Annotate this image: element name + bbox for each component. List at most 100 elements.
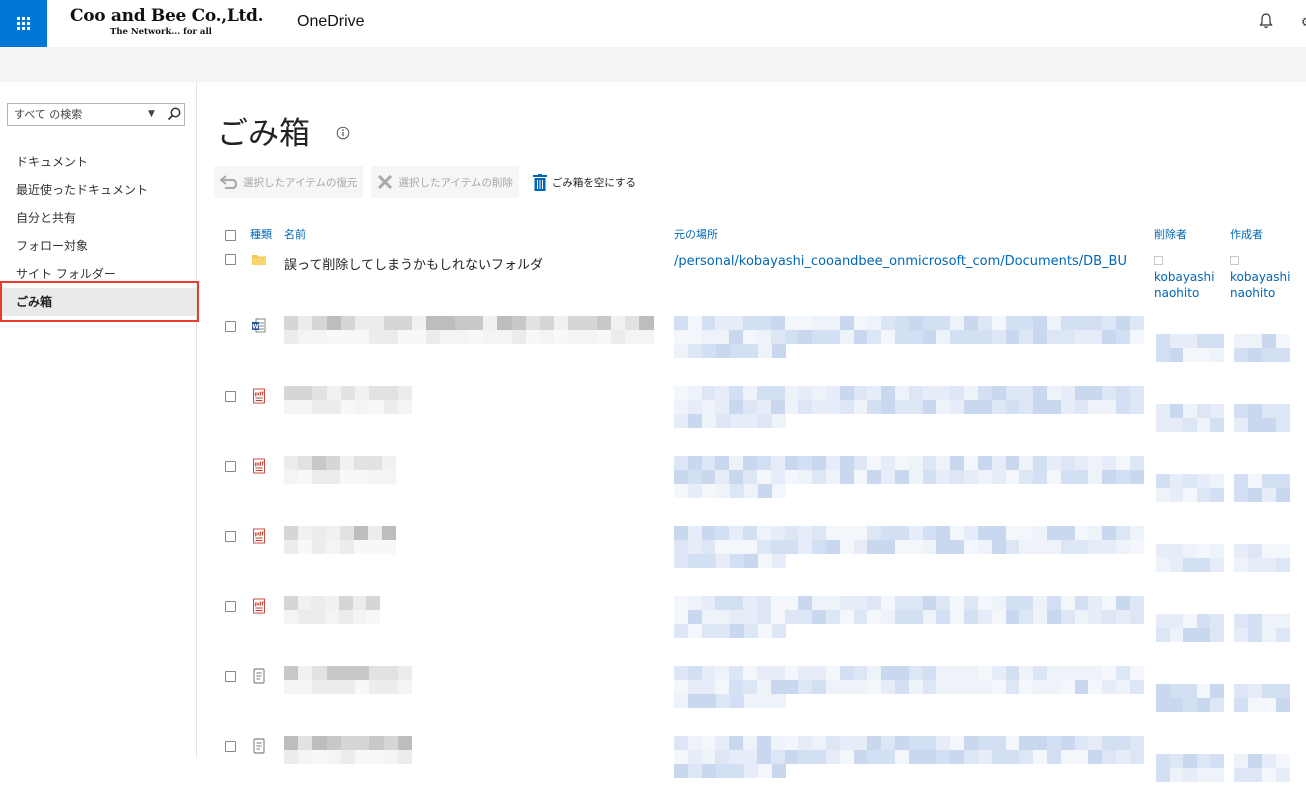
column-header-type[interactable]: 種類 <box>250 226 272 242</box>
nav-list: ドキュメント 最近使ったドキュメント 自分と共有 フォロー対象 サイト フォルダ… <box>0 148 196 316</box>
pdf-icon: pdf <box>253 598 265 614</box>
nav-item-recent-documents[interactable]: 最近使ったドキュメント <box>0 176 196 204</box>
delete-selected-button[interactable]: 選択したアイテムの削除 <box>371 166 519 198</box>
row-checkbox[interactable] <box>225 461 236 472</box>
redacted-block <box>284 666 412 680</box>
redacted-block <box>674 526 1144 540</box>
svg-text:W: W <box>252 324 259 331</box>
redacted-block <box>1156 418 1224 432</box>
redacted-block <box>1156 404 1224 418</box>
table-row[interactable] <box>222 666 1306 738</box>
redacted-block <box>284 540 396 554</box>
redacted-block <box>1234 614 1290 628</box>
table-row[interactable]: pdf <box>222 526 1306 598</box>
deleted-by-last: naohito <box>1154 286 1200 300</box>
row-checkbox[interactable] <box>225 321 236 332</box>
redacted-block <box>284 330 654 344</box>
app-title[interactable]: OneDrive <box>297 13 365 31</box>
redacted-block <box>284 386 412 400</box>
redacted-block <box>674 554 786 568</box>
app-launcher-button[interactable] <box>0 0 47 47</box>
row-checkbox[interactable] <box>225 531 236 542</box>
deleted-by-link[interactable]: kobayashi naohito <box>1154 270 1214 300</box>
redacted-block <box>1234 558 1290 572</box>
deleted-by-first: kobayashi <box>1154 270 1215 284</box>
redacted-block <box>1156 768 1224 782</box>
redacted-block <box>674 386 1144 400</box>
search-icon[interactable] <box>166 106 182 122</box>
settings-gear-icon[interactable]: ⚙ <box>1301 15 1306 29</box>
column-header-name[interactable]: 名前 <box>284 226 306 242</box>
item-name-link[interactable]: 誤って削除してしまうかもしれないフォルダ <box>284 254 543 273</box>
redacted-block <box>1156 334 1224 348</box>
table-row[interactable]: W <box>222 316 1306 388</box>
column-header-location[interactable]: 元の場所 <box>674 226 718 242</box>
redacted-block <box>674 540 1144 554</box>
select-all-checkbox[interactable] <box>225 230 236 241</box>
redacted-block <box>674 624 786 638</box>
nav-item-documents[interactable]: ドキュメント <box>0 148 196 176</box>
redacted-block <box>1234 418 1290 432</box>
table-row[interactable]: pdf <box>222 386 1306 458</box>
redacted-block <box>284 456 396 470</box>
redacted-block <box>284 596 380 610</box>
redacted-block <box>1156 754 1224 768</box>
table-row[interactable]: 誤って削除してしまうかもしれないフォルダ /personal/kobayashi… <box>222 252 1306 322</box>
created-by-link[interactable]: kobayashi naohito <box>1230 270 1290 300</box>
presence-icon <box>1230 256 1239 265</box>
table-row[interactable]: pdf <box>222 596 1306 668</box>
restore-selected-button[interactable]: 選択したアイテムの復元 <box>214 166 364 198</box>
redacted-block <box>284 316 654 330</box>
redacted-block <box>1234 698 1290 712</box>
redacted-block <box>1156 558 1224 572</box>
svg-text:pdf: pdf <box>254 462 264 468</box>
nav-item-recycle-bin[interactable]: ごみ箱 <box>0 288 196 316</box>
redacted-block <box>674 680 1144 694</box>
redacted-block <box>674 316 1144 330</box>
original-location-link[interactable]: /personal/kobayashi_cooandbee_onmicrosof… <box>674 254 1144 269</box>
nav-item-followed[interactable]: フォロー対象 <box>0 232 196 260</box>
notification-bell-icon[interactable] <box>1258 12 1274 30</box>
redacted-block <box>1234 628 1290 642</box>
svg-text:pdf: pdf <box>254 532 264 538</box>
redacted-block <box>1234 544 1290 558</box>
table-row[interactable] <box>222 736 1306 808</box>
redacted-block <box>674 330 1144 344</box>
empty-recycle-bin-label: ごみ箱を空にする <box>551 176 637 189</box>
row-checkbox[interactable] <box>225 741 236 752</box>
redacted-block <box>674 470 1144 484</box>
svg-text:pdf: pdf <box>254 392 264 398</box>
redacted-block <box>1156 348 1224 362</box>
command-bar: 選択したアイテムの復元 選択したアイテムの削除 ごみ箱を空にする <box>214 166 642 198</box>
redacted-block <box>674 484 786 498</box>
waffle-icon <box>17 17 30 30</box>
redacted-block <box>674 400 1144 414</box>
nav-item-shared-with-me[interactable]: 自分と共有 <box>0 204 196 232</box>
redacted-block <box>674 764 786 778</box>
deleted-by-cell: kobayashi naohito <box>1154 256 1214 301</box>
search-input[interactable] <box>14 108 142 121</box>
redacted-block <box>1156 614 1224 628</box>
close-icon <box>378 175 393 189</box>
redacted-block <box>1234 768 1290 782</box>
search-scope-dropdown-icon[interactable]: ▼ <box>148 109 155 119</box>
row-checkbox[interactable] <box>225 601 236 612</box>
row-checkbox[interactable] <box>225 671 236 682</box>
info-icon[interactable] <box>336 126 350 140</box>
trash-icon <box>532 173 547 191</box>
text-doc-icon <box>253 668 265 684</box>
nav-item-site-folders[interactable]: サイト フォルダー <box>0 260 196 288</box>
column-header-deleted-by[interactable]: 削除者 <box>1154 226 1187 242</box>
table-row[interactable]: pdf <box>222 456 1306 528</box>
created-by-last: naohito <box>1230 286 1276 300</box>
redacted-block <box>674 666 1144 680</box>
company-logo[interactable]: Coo and Bee Co.,Ltd. The Network... for … <box>70 6 270 40</box>
delete-selected-label: 選択したアイテムの削除 <box>398 176 513 189</box>
row-checkbox[interactable] <box>225 391 236 402</box>
empty-recycle-bin-button[interactable]: ごみ箱を空にする <box>527 166 642 198</box>
row-checkbox[interactable] <box>225 254 236 265</box>
text-doc-icon <box>253 738 265 754</box>
redacted-block <box>1156 698 1224 712</box>
column-header-created-by[interactable]: 作成者 <box>1230 226 1263 242</box>
redacted-block <box>284 736 412 750</box>
